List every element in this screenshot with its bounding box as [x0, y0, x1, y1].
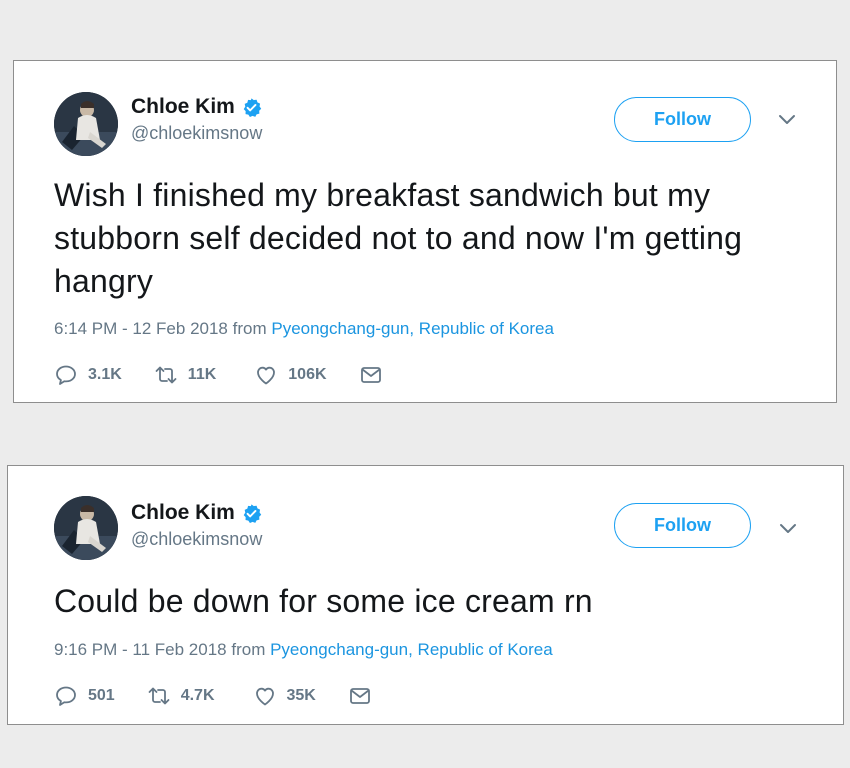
chevron-down-icon[interactable]: [778, 113, 796, 127]
timestamp[interactable]: 6:14 PM - 12 Feb 2018: [54, 319, 228, 338]
like-button[interactable]: 35K: [253, 684, 316, 708]
retweet-count: 4.7K: [180, 687, 215, 704]
tweet-card: Chloe Kim @chloekimsnow Follow Wish I fi…: [13, 60, 837, 403]
reply-count: 3.1K: [88, 366, 122, 383]
like-count: 106K: [288, 366, 327, 383]
verified-badge-icon: [241, 503, 262, 524]
heart-icon: [257, 366, 276, 385]
heart-icon: [255, 687, 274, 706]
tweet-card: Chloe Kim @chloekimsnow Follow Could be …: [7, 465, 844, 725]
author-handle[interactable]: @chloekimsnow: [131, 123, 262, 144]
tweet-text: Could be down for some ice cream rn: [54, 583, 593, 619]
tweet-actions: 501 4.7K 35K: [54, 684, 402, 708]
location-link[interactable]: Pyeongchang-gun, Republic of Korea: [270, 640, 553, 659]
location-link[interactable]: Pyeongchang-gun, Republic of Korea: [271, 319, 554, 338]
reply-icon: [56, 686, 76, 706]
chevron-down-icon[interactable]: [779, 522, 797, 536]
direct-message-button[interactable]: [359, 363, 383, 387]
retweet-button[interactable]: 11K: [154, 363, 216, 387]
from-label: from: [231, 640, 266, 659]
follow-button[interactable]: Follow: [614, 503, 751, 548]
author-block: Chloe Kim @chloekimsnow: [131, 501, 262, 550]
author-name[interactable]: Chloe Kim: [131, 95, 235, 119]
tweet-actions: 3.1K 11K 106K: [54, 363, 413, 387]
avatar[interactable]: [54, 92, 118, 156]
from-label: from: [232, 319, 267, 338]
retweet-button[interactable]: 4.7K: [147, 684, 215, 708]
author-block: Chloe Kim @chloekimsnow: [131, 95, 262, 144]
timestamp[interactable]: 9:16 PM - 11 Feb 2018: [54, 640, 227, 659]
tweet-meta: 6:14 PM - 12 Feb 2018 from Pyeongchang-g…: [54, 319, 554, 339]
retweet-icon: [155, 366, 177, 384]
author-name[interactable]: Chloe Kim: [131, 501, 235, 525]
tweet-text: Wish I finished my breakfast sandwich bu…: [54, 177, 743, 299]
tweet-meta: 9:16 PM - 11 Feb 2018 from Pyeongchang-g…: [54, 640, 553, 660]
like-count: 35K: [286, 687, 316, 704]
like-button[interactable]: 106K: [254, 363, 327, 387]
envelope-icon: [360, 367, 381, 383]
verified-badge-icon: [241, 97, 262, 118]
reply-button[interactable]: 501: [54, 684, 115, 708]
reply-button[interactable]: 3.1K: [54, 363, 122, 387]
retweet-count: 11K: [187, 366, 217, 383]
retweet-icon: [148, 687, 170, 705]
follow-button[interactable]: Follow: [614, 97, 751, 142]
reply-icon: [56, 365, 76, 385]
author-handle[interactable]: @chloekimsnow: [131, 529, 262, 550]
envelope-icon: [349, 688, 370, 704]
reply-count: 501: [88, 687, 115, 704]
direct-message-button[interactable]: [348, 684, 372, 708]
avatar[interactable]: [54, 496, 118, 560]
